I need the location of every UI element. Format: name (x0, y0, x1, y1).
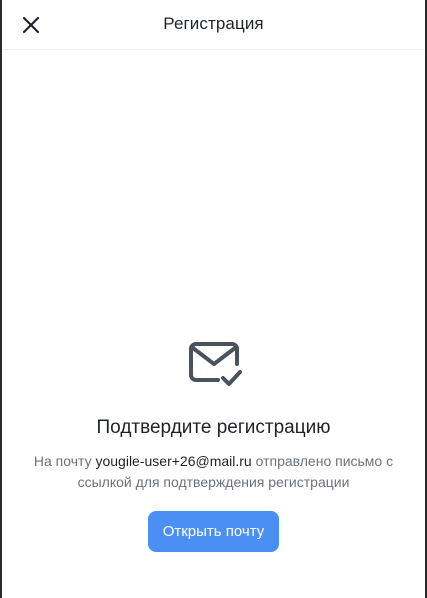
registration-screen: Регистрация Подтвердите регистрацию На п… (0, 0, 427, 598)
email-address: yougile-user+26@mail.ru (95, 453, 252, 469)
confirmation-block: Подтвердите регистрацию На почту yougile… (2, 336, 425, 552)
header: Регистрация (2, 0, 425, 50)
confirmation-text-before: На почту (33, 453, 96, 469)
confirmation-text: На почту yougile-user+26@mail.ru отправл… (29, 451, 399, 493)
confirmation-title: Подтвердите регистрацию (96, 417, 331, 438)
open-mail-button[interactable]: Открыть почту (147, 511, 280, 552)
mail-check-icon (184, 336, 244, 392)
page-title: Регистрация (163, 14, 264, 33)
